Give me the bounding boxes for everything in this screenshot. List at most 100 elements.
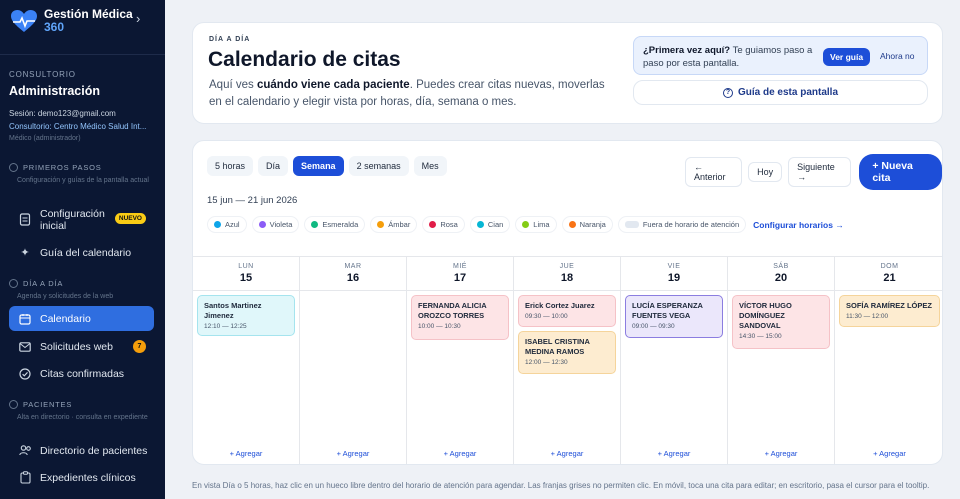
configure-hours-link[interactable]: Configurar horarios → xyxy=(753,220,844,230)
view-tab-2[interactable]: Semana xyxy=(293,156,344,176)
appointment-patient: Erick Cortez Juarez xyxy=(525,301,595,310)
section-desc: Agenda y solicitudes de la web xyxy=(17,293,114,300)
day-header: LUN 15 xyxy=(193,257,299,291)
section-desc: Configuración y guías de la pantalla act… xyxy=(17,177,149,184)
add-appointment-link[interactable]: + Agregar xyxy=(407,449,513,458)
day-column[interactable]: SÁB 20 VÍCTOR HUGO DOMÍNGUEZ SANDOVAL 14:30… xyxy=(728,257,835,464)
next-button[interactable]: Siguiente → xyxy=(788,157,852,187)
view-tab-4[interactable]: Mes xyxy=(413,156,447,176)
help-icon: ? xyxy=(722,87,733,98)
tip-bold: ¿Primera vez aquí? xyxy=(643,45,731,56)
day-column[interactable]: MAR 16 + Agregar xyxy=(300,257,407,464)
day-column[interactable]: JUE 18 Erick Cortez Juarez 09:30 — 10:00 ISA… xyxy=(514,257,621,464)
sparkle-icon: ✦ xyxy=(20,247,30,259)
legend-item: Azul xyxy=(207,216,247,233)
add-appointment-link[interactable]: + Agregar xyxy=(514,449,620,458)
color-legend: Azul Violeta Esmeralda Ámbar Rosa Cian Lima Nar… xyxy=(207,216,844,233)
calendar-nav: ← Anterior Hoy Siguiente → + Nueva cita xyxy=(685,154,942,190)
sidebar-item-label: Expedientes clínicos xyxy=(40,471,136,484)
color-dot-icon xyxy=(476,221,484,228)
add-appointment-link[interactable]: + Agregar xyxy=(300,449,406,458)
day-column[interactable]: DOM 21 SOFÍA RAMÍREZ LÓPEZ 11:30 — 12:00 + A… xyxy=(835,257,942,464)
appointment-card[interactable]: LUCÍA ESPERANZA FUENTES VEGA 09:00 — 09:3… xyxy=(625,295,723,338)
check-circle-icon xyxy=(18,367,32,381)
appointment-time: 14:30 — 15:00 xyxy=(739,333,782,340)
appointment-patient: ISABEL CRISTINA MEDINA RAMOS xyxy=(525,337,590,356)
day-header: JUE 18 xyxy=(514,257,620,291)
day-number: 19 xyxy=(667,272,681,284)
view-tab-1[interactable]: Día xyxy=(258,156,289,176)
consultorio-link[interactable]: Consultorio: Centro Médico Salud Int... xyxy=(9,122,159,131)
guide-button[interactable]: ? Guía de esta pantalla xyxy=(633,80,928,105)
appointment-time: 12:00 — 12:30 xyxy=(525,359,568,366)
today-button[interactable]: Hoy xyxy=(748,162,783,182)
week-grid: LUN 15 Santos Martinez Jimenez 12:10 — 12:2… xyxy=(193,256,942,464)
appointment-card[interactable]: FERNANDA ALICIA OROZCO TORRES 10:00 — 10:… xyxy=(411,295,509,340)
new-appointment-button[interactable]: + Nueva cita xyxy=(859,154,942,190)
color-dot-icon xyxy=(522,221,530,228)
appointment-time: 09:30 — 10:00 xyxy=(525,313,568,320)
sidebar-item-citas-confirmadas[interactable]: Citas confirmadas xyxy=(9,361,154,386)
legend-label: Naranja xyxy=(579,220,606,229)
view-tab-3[interactable]: 2 semanas xyxy=(348,156,409,176)
section-title: PACIENTES xyxy=(23,400,73,409)
chevron-right-icon[interactable]: › xyxy=(136,11,140,26)
appointment-card[interactable]: Erick Cortez Juarez 09:30 — 10:00 xyxy=(518,295,616,327)
day-number: 18 xyxy=(560,272,574,284)
appointment-card[interactable]: ISABEL CRISTINA MEDINA RAMOS 12:00 — 12:3… xyxy=(518,331,616,374)
prev-button[interactable]: ← Anterior xyxy=(685,157,743,187)
appointment-card[interactable]: SOFÍA RAMÍREZ LÓPEZ 11:30 — 12:00 xyxy=(839,295,940,327)
sidebar: Gestión Médica 360 › CONSULTORIO Adminis… xyxy=(0,0,165,499)
legend-item: Rosa xyxy=(422,216,465,233)
legend-label: Ámbar xyxy=(388,220,411,229)
view-tab-0[interactable]: 5 horas xyxy=(207,156,254,176)
legend-label: Fuera de horario de atención xyxy=(642,220,740,229)
add-appointment-link[interactable]: + Agregar xyxy=(728,449,834,458)
sidebar-item-expedientes[interactable]: Expedientes clínicos xyxy=(9,465,154,490)
add-appointment-link[interactable]: + Agregar xyxy=(835,449,942,458)
color-dot-icon xyxy=(568,221,576,228)
appointment-card[interactable]: VÍCTOR HUGO DOMÍNGUEZ SANDOVAL 14:30 — 15… xyxy=(732,295,830,349)
ver-guia-button[interactable]: Ver guía xyxy=(823,48,871,66)
appointment-time: 09:00 — 09:30 xyxy=(632,323,675,330)
count-badge: 7 xyxy=(133,340,146,353)
sidebar-item-configuracion[interactable]: Configuración inicial NUEVO xyxy=(9,206,154,233)
legend-item: Cian xyxy=(469,216,511,233)
appointment-time: 12:10 — 12:25 xyxy=(204,323,247,330)
gray-swatch-icon xyxy=(624,221,639,228)
day-header: VIE 19 xyxy=(621,257,727,291)
appointment-card[interactable]: Santos Martinez Jimenez 12:10 — 12:25 xyxy=(197,295,295,336)
sidebar-divider xyxy=(0,54,165,55)
day-header: DOM 21 xyxy=(835,257,942,291)
day-number: 16 xyxy=(346,272,360,284)
color-dot-icon xyxy=(377,221,385,228)
sidebar-item-label: Solicitudes web xyxy=(40,340,113,353)
sidebar-item-solicitudes[interactable]: Solicitudes web 7 xyxy=(9,334,154,359)
description-bold: cuándo viene cada paciente xyxy=(256,79,410,91)
sidebar-item-calendario[interactable]: Calendario xyxy=(9,306,154,331)
day-column[interactable]: MIÉ 17 FERNANDA ALICIA OROZCO TORRES 10:00 … xyxy=(407,257,514,464)
sidebar-item-label: Citas confirmadas xyxy=(40,367,125,380)
sidebar-item-directorio[interactable]: Directorio de pacientes xyxy=(9,438,154,463)
section-dia-a-dia: DÍA A DÍA xyxy=(9,279,63,288)
add-appointment-link[interactable]: + Agregar xyxy=(193,449,299,458)
section-desc: Alta en directorio · consulta en expedie… xyxy=(17,414,148,421)
day-name: VIE xyxy=(667,263,681,270)
day-number: 15 xyxy=(239,272,253,284)
day-name: SÁB xyxy=(773,263,789,270)
legend-item: Naranja xyxy=(561,216,613,233)
day-number: 20 xyxy=(774,272,788,284)
heart-logo-icon xyxy=(9,8,39,34)
calendar-icon xyxy=(18,312,32,326)
ahora-no-button[interactable]: Ahora no xyxy=(880,51,915,61)
legend-label: Esmeralda xyxy=(322,220,359,229)
brand[interactable]: Gestión Médica 360 xyxy=(9,8,133,34)
day-column[interactable]: VIE 19 LUCÍA ESPERANZA FUENTES VEGA 09:00 —… xyxy=(621,257,728,464)
users-icon xyxy=(18,444,32,458)
sidebar-item-label: Calendario xyxy=(40,312,91,325)
sidebar-item-guia[interactable]: ✦ Guía del calendario xyxy=(9,240,154,265)
add-appointment-link[interactable]: + Agregar xyxy=(621,449,727,458)
legend-item: Lima xyxy=(515,216,557,233)
day-column[interactable]: LUN 15 Santos Martinez Jimenez 12:10 — 12:2… xyxy=(193,257,300,464)
appointment-patient: FERNANDA ALICIA OROZCO TORRES xyxy=(418,301,487,320)
